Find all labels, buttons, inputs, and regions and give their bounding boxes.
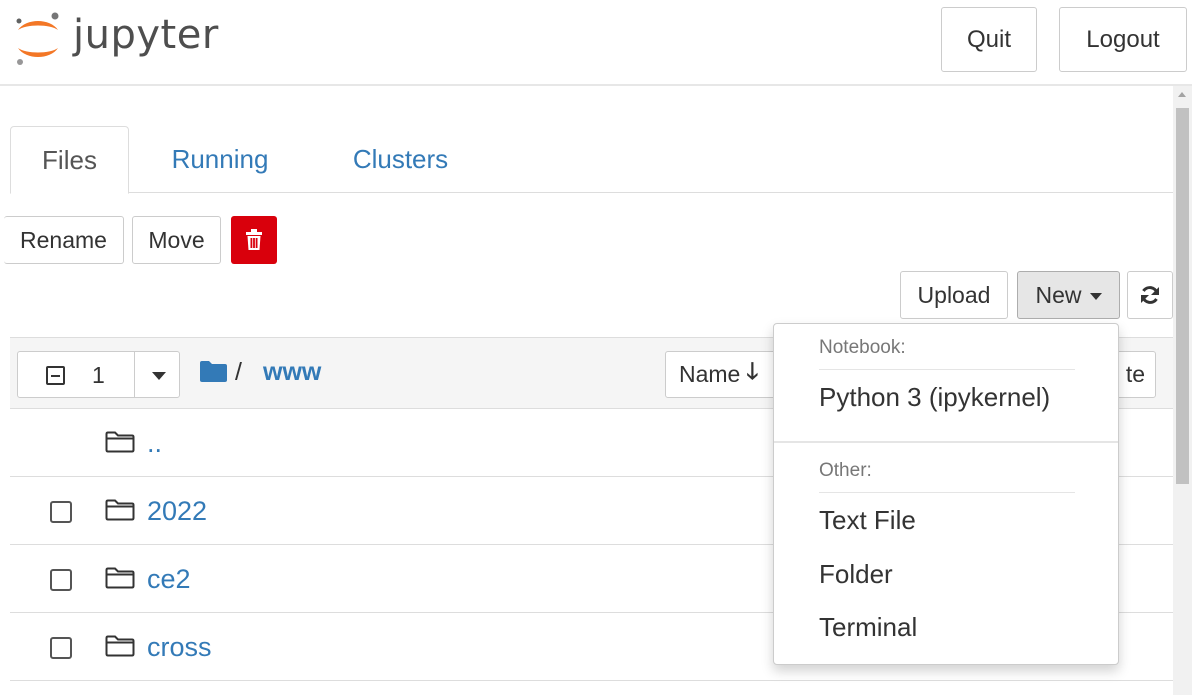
scroll-up-arrow-icon[interactable] xyxy=(1178,92,1186,97)
tab-clusters[interactable]: Clusters xyxy=(328,126,473,193)
select-all-checkbox[interactable] xyxy=(46,366,65,385)
list-item-name[interactable]: cross xyxy=(147,632,212,663)
breadcrumb-separator: / xyxy=(235,358,242,386)
refresh-button[interactable] xyxy=(1127,271,1173,319)
menu-header-notebook: Notebook: xyxy=(819,337,906,358)
breadcrumb-www[interactable]: www xyxy=(263,358,321,387)
logo-text: jupyter xyxy=(73,12,219,58)
selected-count: 1 xyxy=(92,362,105,388)
row-checkbox[interactable] xyxy=(50,569,72,591)
quit-button[interactable]: Quit xyxy=(941,7,1037,72)
logout-button[interactable]: Logout xyxy=(1059,7,1187,72)
menu-item-terminal[interactable]: Terminal xyxy=(819,612,917,643)
folder-icon xyxy=(105,499,135,521)
folder-icon xyxy=(105,567,135,589)
jupyter-logo[interactable]: jupyter xyxy=(10,8,250,70)
menu-header-other: Other: xyxy=(819,460,872,481)
tab-running[interactable]: Running xyxy=(145,126,295,193)
menu-header-underline xyxy=(819,492,1075,493)
tab-bar: Files Running Clusters xyxy=(10,126,1173,194)
caret-down-icon xyxy=(1089,293,1102,300)
header: jupyter Quit Logout xyxy=(0,0,1192,86)
menu-item-text-file[interactable]: Text File xyxy=(819,505,916,536)
select-divider xyxy=(134,352,135,397)
scrollbar-thumb[interactable] xyxy=(1176,108,1189,484)
arrow-down-icon: 🡓 xyxy=(746,358,759,384)
row-checkbox[interactable] xyxy=(50,501,72,523)
jupyter-logo-icon xyxy=(16,12,59,65)
menu-item-folder[interactable]: Folder xyxy=(819,559,893,590)
menu-item-python3[interactable]: Python 3 (ipykernel) xyxy=(819,382,1050,413)
sort-by-name-button[interactable]: Name 🡓 xyxy=(665,351,790,398)
rename-button[interactable]: Rename xyxy=(4,216,124,264)
upload-button[interactable]: Upload xyxy=(900,271,1008,319)
trash-icon xyxy=(246,229,262,250)
menu-divider xyxy=(774,441,1118,443)
menu-header-underline xyxy=(819,369,1075,370)
refresh-icon xyxy=(1141,286,1159,304)
tab-files[interactable]: Files xyxy=(10,126,129,194)
list-item-name[interactable]: 2022 xyxy=(147,496,207,527)
caret-down-icon[interactable] xyxy=(152,372,166,380)
list-item-name[interactable]: ce2 xyxy=(147,564,191,595)
new-button-label: New xyxy=(1035,281,1082,308)
row-checkbox[interactable] xyxy=(50,637,72,659)
delete-button[interactable] xyxy=(231,216,277,264)
select-dropdown[interactable]: 1 xyxy=(17,351,180,398)
folder-icon[interactable] xyxy=(200,361,227,382)
move-button[interactable]: Move xyxy=(132,216,221,264)
new-dropdown-menu: Notebook: Python 3 (ipykernel) Other: Te… xyxy=(773,323,1119,665)
folder-icon xyxy=(105,635,135,657)
new-dropdown-button[interactable]: New xyxy=(1017,271,1120,319)
list-item-name[interactable]: .. xyxy=(147,428,162,459)
sort-name-label: Name xyxy=(679,361,741,387)
vertical-scrollbar[interactable] xyxy=(1173,86,1192,695)
sort-date-label: te xyxy=(1125,361,1145,387)
folder-icon xyxy=(105,431,135,453)
